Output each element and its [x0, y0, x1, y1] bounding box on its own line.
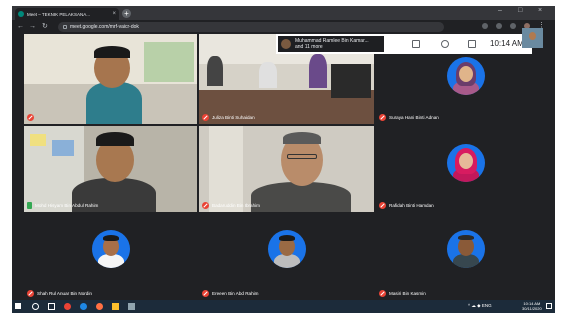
participant-avatar: [268, 230, 306, 268]
meet-favicon-icon: [18, 11, 24, 17]
participant-tile: Badaruddin Bin Ibrahim: [199, 126, 374, 212]
people-icon[interactable]: [441, 40, 449, 48]
chrome-icon[interactable]: [64, 303, 71, 310]
tab-close-icon[interactable]: ×: [112, 11, 116, 17]
layout-icon[interactable]: [412, 40, 420, 48]
mic-on-icon: [27, 202, 32, 209]
participant-label: Suraya Hani Binti Adnan: [379, 114, 439, 121]
mic-muted-icon: [379, 202, 386, 209]
participant-tile: Mohd Hisyam Bin Abdul Rahim: [24, 126, 197, 212]
file-explorer-icon[interactable]: [112, 303, 119, 310]
lock-icon: [63, 25, 67, 29]
participant-avatar: [447, 144, 485, 182]
window-backdrop: [144, 42, 194, 82]
mic-muted-icon: [202, 290, 209, 297]
chat-icon[interactable]: [468, 40, 476, 48]
participant-avatar: [92, 230, 130, 268]
participant-label: Ereeen Bin Abd Rahim: [202, 290, 258, 297]
participant-name: Juliza Binti Suhaidan: [212, 115, 255, 120]
address-bar[interactable]: meet.google.com/mrf-vaicr-dok: [58, 22, 444, 32]
new-tab-button[interactable]: +: [122, 9, 131, 18]
mic-muted-icon: [379, 290, 386, 297]
participant-label: Mohd Hisyam Bin Abdul Rahim: [27, 202, 98, 209]
back-arrow-icon[interactable]: ←: [17, 22, 24, 31]
clock-date: 30/11/2020: [522, 306, 542, 311]
tab-strip: Meet – TEKNIK PELAKSANA... × + – □ ×: [12, 6, 555, 20]
participant-name: Masiri Bin Kasmin: [389, 291, 426, 296]
browser-toolbar: ← → ↻ meet.google.com/mrf-vaicr-dok ⋮: [12, 20, 555, 34]
star-icon[interactable]: [482, 23, 488, 29]
presenter-avatar: [281, 39, 291, 49]
participant-tile: Shah Rul Anuar Bin Nordin: [24, 214, 197, 300]
poster: [52, 140, 74, 156]
meet-top-bar: Muhammad Ramlee Bin Kamar... and 11 more…: [276, 34, 532, 54]
participant-name: Mohd Hisyam Bin Abdul Rahim: [35, 203, 99, 208]
attendee-figure: [207, 56, 223, 86]
participant-label: Rafidah Binti Hamdan: [379, 202, 434, 209]
participant-tile: Masiri Bin Kasmin: [376, 214, 555, 300]
system-tray[interactable]: ^ ☁ ◆ ENG: [468, 303, 492, 309]
participant-label: Badaruddin Bin Ibrahim: [202, 202, 260, 209]
glasses: [287, 154, 317, 159]
task-view-icon[interactable]: [48, 303, 55, 310]
edge-icon[interactable]: [80, 303, 87, 310]
self-view-thumbnail[interactable]: [522, 28, 543, 48]
mic-muted-icon: [27, 114, 34, 121]
meeting-time: 10:14 AM: [490, 39, 524, 48]
maximize-button[interactable]: □: [518, 7, 522, 14]
participant-tile: Ereeen Bin Abd Rahim: [199, 214, 374, 300]
presenter-chip[interactable]: Muhammad Ramlee Bin Kamar... and 11 more: [278, 36, 384, 52]
minimize-button[interactable]: –: [498, 7, 502, 14]
participant-name: Shah Rul Anuar Bin Nordin: [37, 291, 92, 296]
participant-avatar: [447, 230, 485, 268]
presenter-info: Muhammad Ramlee Bin Kamar... and 11 more: [295, 38, 369, 50]
extension-icon[interactable]: [496, 23, 502, 29]
tab-title: Meet – TEKNIK PELAKSANA...: [27, 11, 90, 17]
self-view-face: [529, 32, 536, 40]
mic-muted-icon: [202, 202, 209, 209]
participant-tile: [24, 34, 197, 124]
participant-name: Rafidah Binti Hamdan: [389, 203, 434, 208]
close-window-button[interactable]: ×: [538, 7, 542, 14]
mic-muted-icon: [27, 290, 34, 297]
participant-label: Juliza Binti Suhaidan: [202, 114, 255, 121]
forward-arrow-icon[interactable]: →: [29, 22, 36, 31]
browser-tab[interactable]: Meet – TEKNIK PELAKSANA... ×: [15, 8, 119, 20]
person-torso: [86, 82, 142, 124]
participant-label: [27, 114, 37, 121]
participant-avatar: [447, 57, 485, 95]
taskbar: ^ ☁ ◆ ENG 10:14 AM 30/11/2020: [12, 300, 555, 313]
participant-name: Ereeen Bin Abd Rahim: [212, 291, 259, 296]
attendee-figure: [259, 62, 277, 88]
taskbar-clock[interactable]: 10:14 AM 30/11/2020: [522, 301, 542, 311]
extension-puzzle-icon[interactable]: [510, 23, 516, 29]
person-cap: [96, 132, 134, 146]
participant-tile: Suraya Hani Binti Adnan: [376, 54, 555, 124]
person-torso: [251, 182, 351, 212]
person-hair: [94, 46, 130, 58]
url-text: meet.google.com/mrf-vaicr-dok: [70, 24, 139, 30]
windows-start-icon[interactable]: [15, 303, 21, 309]
attendee-figure: [309, 54, 327, 88]
search-icon[interactable]: [32, 303, 39, 310]
presenter-more: and 11 more: [295, 44, 323, 50]
laptop-screen: [331, 64, 371, 98]
reload-icon[interactable]: ↻: [42, 22, 48, 31]
participant-tile: Rafidah Binti Hamdan: [376, 126, 555, 212]
mic-muted-icon: [379, 114, 386, 121]
poster: [30, 134, 46, 146]
person-hair: [283, 132, 321, 144]
participant-label: Shah Rul Anuar Bin Nordin: [27, 290, 92, 297]
browser-window: Meet – TEKNIK PELAKSANA... × + – □ × ← →…: [12, 6, 555, 300]
mic-muted-icon: [202, 114, 209, 121]
participant-name: Suraya Hani Binti Adnan: [389, 115, 439, 120]
door-backdrop: [209, 126, 243, 212]
participant-label: Masiri Bin Kasmin: [379, 290, 426, 297]
firefox-icon[interactable]: [96, 303, 103, 310]
notification-icon[interactable]: [546, 303, 552, 309]
participant-name: Badaruddin Bin Ibrahim: [212, 203, 261, 208]
app-icon[interactable]: [128, 303, 135, 310]
